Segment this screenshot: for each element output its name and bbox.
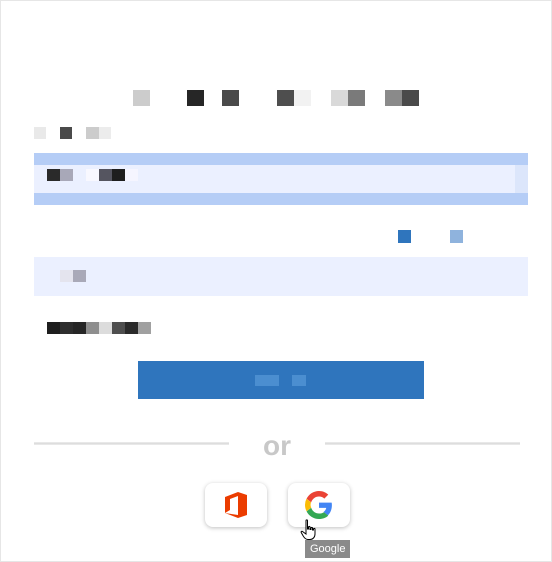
google-tooltip: Google: [305, 540, 351, 558]
account-select-input[interactable]: [34, 153, 528, 205]
button-label-redacted: [255, 375, 279, 386]
password-input[interactable]: [34, 257, 528, 296]
office-icon: [225, 492, 247, 518]
login-dialog: or Google: [0, 0, 552, 562]
input-scrollbar[interactable]: [515, 165, 528, 193]
link-redacted-1[interactable]: [398, 230, 411, 243]
google-icon: [305, 491, 332, 519]
office-signin-button[interactable]: [205, 483, 267, 527]
or-divider-text: or: [263, 430, 291, 461]
hand-cursor-icon: [300, 519, 316, 540]
masked-text-redacted: [47, 322, 157, 334]
link-redacted-2[interactable]: [450, 230, 463, 243]
sign-in-button[interactable]: [138, 361, 424, 399]
divider-right: [325, 442, 520, 445]
divider-left: [34, 442, 229, 445]
google-signin-button[interactable]: [288, 483, 350, 527]
field-label-redacted: [34, 127, 124, 139]
button-label-redacted-2: [292, 375, 306, 386]
dialog-title-redacted: [133, 90, 433, 107]
